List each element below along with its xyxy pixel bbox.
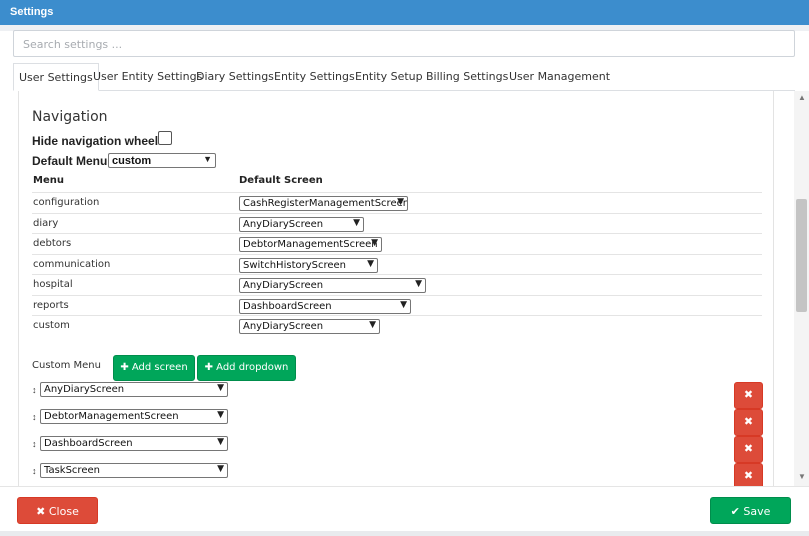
default-screen-value: CashRegisterManagementScreen [243, 198, 408, 209]
times-circle-icon: ✖ [36, 505, 46, 518]
add-screen-label: Add screen [131, 362, 188, 373]
table-row: reports DashboardScreen ▼ [32, 294, 762, 316]
menu-name: configuration [33, 197, 100, 208]
save-button[interactable]: ✔ Save [710, 497, 791, 524]
custom-screen-value: AnyDiaryScreen [44, 384, 125, 395]
bottom-strip [0, 531, 809, 536]
chevron-down-icon: ▼ [371, 238, 378, 248]
menu-name: reports [33, 299, 69, 311]
close-label: Close [48, 505, 79, 518]
add-screen-button[interactable]: ✚ Add screen [113, 355, 195, 381]
chevron-down-icon: ▼ [217, 410, 224, 420]
default-menu-select[interactable]: custom ▼ [108, 153, 216, 168]
custom-screen-select[interactable]: DashboardScreen ▼ [40, 436, 228, 451]
sort-icon[interactable]: ↕ [32, 439, 37, 449]
delete-item-button[interactable]: ✖ [734, 463, 763, 486]
delete-item-button[interactable]: ✖ [734, 409, 763, 436]
modal-footer: ✖ Close ✔ Save [0, 486, 809, 531]
table-row: hospital AnyDiaryScreen ▼ [32, 274, 762, 295]
default-screen-value: DebtorManagementScreen [243, 239, 378, 250]
custom-menu-label: Custom Menu [32, 360, 101, 371]
default-screen-select[interactable]: DebtorManagementScreen ▼ [239, 237, 382, 252]
tab-entity-setup[interactable]: Entity Setup [350, 63, 428, 91]
default-screen-select[interactable]: AnyDiaryScreen ▼ [239, 278, 426, 293]
chevron-down-icon: ▼ [415, 279, 422, 289]
scroll-down-arrow-icon[interactable]: ▼ [798, 472, 806, 481]
navigation-heading: Navigation [32, 109, 108, 125]
custom-screen-value: TaskScreen [44, 465, 100, 476]
menu-name: diary [33, 217, 59, 229]
search-input[interactable]: Search settings ... [13, 30, 795, 57]
menu-column-header: Menu [33, 175, 64, 186]
custom-screen-select[interactable]: TaskScreen ▼ [40, 463, 228, 478]
default-menu-value: custom [112, 155, 152, 167]
chevron-down-icon: ▼ [400, 299, 407, 310]
chevron-down-icon: ▼ [217, 437, 224, 447]
tab-user-entity-settings[interactable]: User Entity Settings [88, 63, 207, 91]
default-screen-select[interactable]: AnyDiaryScreen ▼ [239, 319, 380, 334]
vertical-scrollbar[interactable]: ▲ ▼ [794, 91, 809, 486]
default-screen-value: AnyDiaryScreen [243, 280, 324, 291]
tab-diary-settings[interactable]: Diary Settings [191, 63, 279, 91]
sort-icon[interactable]: ↕ [32, 385, 37, 395]
tab-billing-settings[interactable]: Billing Settings [421, 63, 513, 91]
default-screen-select[interactable]: AnyDiaryScreen ▼ [239, 216, 364, 232]
chevron-down-icon: ▼ [353, 217, 360, 228]
default-screen-select[interactable]: DashboardScreen ▼ [239, 298, 411, 314]
default-screen-column-header: Default Screen [239, 175, 323, 186]
menu-name: custom [33, 320, 70, 331]
default-screen-select[interactable]: CashRegisterManagementScreen ▼ [239, 196, 408, 211]
tab-user-management[interactable]: User Management [504, 63, 615, 91]
times-icon: ✖ [743, 443, 754, 455]
default-screen-value: DashboardScreen [243, 300, 332, 312]
default-screen-value: AnyDiaryScreen [243, 218, 324, 230]
default-screen-value: SwitchHistoryScreen [243, 259, 347, 271]
scrollbar-thumb[interactable] [796, 199, 807, 312]
add-dropdown-label: Add dropdown [216, 362, 289, 373]
default-screen-value: AnyDiaryScreen [243, 321, 324, 332]
table-row: communication SwitchHistoryScreen ▼ [32, 253, 762, 275]
hide-navigation-wheel-checkbox[interactable] [158, 131, 172, 145]
scroll-up-arrow-icon[interactable]: ▲ [798, 93, 806, 102]
table-row: diary AnyDiaryScreen ▼ [32, 212, 762, 234]
chevron-down-icon: ▼ [203, 154, 212, 164]
chevron-down-icon: ▼ [217, 464, 224, 474]
sort-icon[interactable]: ↕ [32, 412, 37, 422]
table-row: custom AnyDiaryScreen ▼ [32, 315, 762, 336]
settings-panel: Navigation Hide navigation wheel Default… [18, 91, 774, 486]
tab-user-settings[interactable]: User Settings [13, 63, 99, 91]
custom-screen-value: DashboardScreen [44, 438, 133, 449]
check-circle-icon: ✔ [730, 505, 740, 518]
delete-item-button[interactable]: ✖ [734, 436, 763, 463]
hide-navigation-wheel-label: Hide navigation wheel [32, 134, 159, 148]
table-row: debtors DebtorManagementScreen ▼ [32, 233, 762, 254]
custom-screen-select[interactable]: AnyDiaryScreen ▼ [40, 382, 228, 397]
plus-icon: ✚ [204, 362, 213, 373]
custom-screen-value: DebtorManagementScreen [44, 411, 179, 422]
plus-icon: ✚ [120, 362, 129, 373]
custom-screen-select[interactable]: DebtorManagementScreen ▼ [40, 409, 228, 424]
default-menu-label: Default Menu [32, 154, 108, 168]
settings-tabs: User Settings User Entity Settings Diary… [13, 63, 795, 91]
window-title: Settings [0, 0, 809, 25]
menu-name: communication [33, 258, 111, 270]
delete-item-button[interactable]: ✖ [734, 382, 763, 409]
times-icon: ✖ [743, 389, 754, 401]
menu-name: debtors [33, 238, 72, 249]
close-button[interactable]: ✖ Close [17, 497, 98, 524]
table-row: configuration CashRegisterManagementScre… [32, 192, 762, 213]
chevron-down-icon: ▼ [367, 258, 374, 269]
tab-entity-settings[interactable]: Entity Settings [269, 63, 360, 91]
sort-icon[interactable]: ↕ [32, 466, 37, 476]
chevron-down-icon: ▼ [397, 197, 404, 207]
times-icon: ✖ [743, 416, 754, 428]
times-icon: ✖ [743, 470, 754, 482]
add-dropdown-button[interactable]: ✚ Add dropdown [197, 355, 296, 381]
chevron-down-icon: ▼ [369, 320, 376, 330]
default-screen-select[interactable]: SwitchHistoryScreen ▼ [239, 257, 378, 273]
menu-name: hospital [33, 279, 73, 290]
save-label: Save [743, 505, 771, 518]
chevron-down-icon: ▼ [217, 383, 224, 393]
